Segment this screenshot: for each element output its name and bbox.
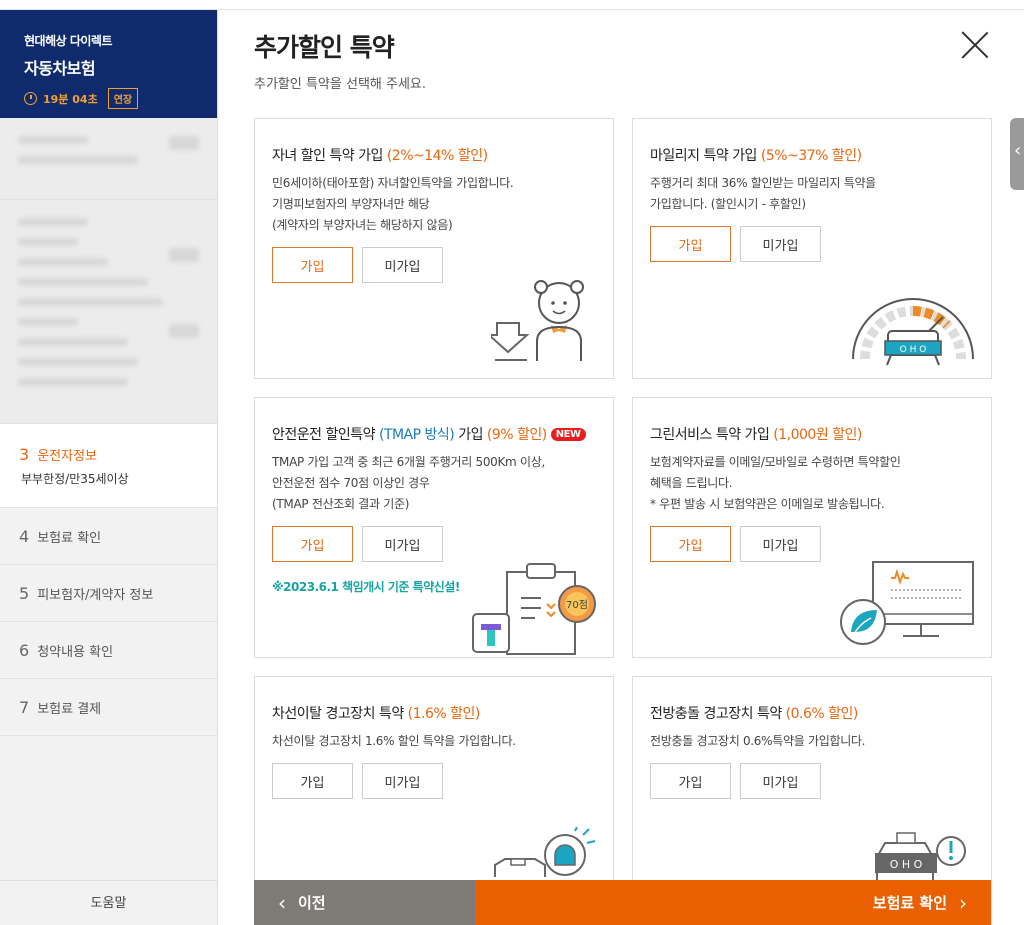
next-label: 보험료 확인 — [872, 894, 947, 912]
decline-button[interactable]: 미가입 — [740, 526, 821, 562]
card-title: 자녀 할인 특약 가입 (2%~14% 할인) — [272, 148, 488, 164]
score-label: 70점 — [566, 599, 588, 611]
prev-button[interactable]: ‹ 이전 — [254, 880, 475, 925]
card-desc: 민6세이하(태아포함) 자녀할인특약을 가입합니다. 기명피보험자의 부양자녀만… — [272, 176, 514, 232]
speedometer-illustration: O H O — [852, 298, 974, 366]
step-label: 보험료 확인 — [37, 530, 102, 546]
clipboard-illustration: 70점 — [472, 563, 596, 655]
decline-button[interactable]: 미가입 — [362, 526, 443, 562]
help-button[interactable]: 도움말 — [0, 880, 217, 925]
step-premium-check[interactable]: 4 보험료 확인 — [0, 508, 217, 565]
card-title: 전방충돌 경고장치 특약 (0.6% 할인) — [650, 706, 858, 722]
sidebar: 현대해상 다이렉트 자동차보험 19분 04초 연장 3 운전자정보 부부한정/… — [0, 10, 218, 925]
step-number: 5 — [19, 583, 30, 603]
card-desc: TMAP 가입 고객 중 최근 6개월 주행거리 500Km 이상, 안전운전 … — [272, 455, 545, 511]
step-number: 3 — [19, 444, 30, 464]
decline-button[interactable]: 미가입 — [362, 763, 443, 799]
lane-warning-illustration — [494, 827, 596, 877]
decline-button[interactable]: 미가입 — [740, 763, 821, 799]
card-desc: 보험계약자료를 이메일/모바일로 수령하면 특약할인 혜택을 드립니다. * 우… — [650, 455, 901, 511]
card-title: 그린서비스 특약 가입 (1,000원 할인) — [650, 427, 862, 443]
step-driver-info[interactable]: 3 운전자정보 부부한정/만35세이상 — [0, 424, 217, 508]
step-number: 6 — [19, 640, 30, 660]
main-panel: 추가할인 특약 추가할인 특약을 선택해 주세요. 자녀 할인 특약 가입 (2… — [218, 10, 1024, 925]
extend-button[interactable]: 연장 — [107, 88, 139, 109]
decline-button[interactable]: 미가입 — [362, 247, 443, 283]
prev-label: 이전 — [298, 894, 326, 912]
step-number: 7 — [19, 697, 30, 717]
card-desc: 주행거리 최대 36% 할인받는 마일리지 특약을 가입합니다. (할인시기 -… — [650, 176, 876, 211]
new-badge: NEW — [550, 428, 586, 441]
join-button[interactable]: 가입 — [272, 247, 353, 283]
join-button[interactable]: 가입 — [650, 526, 731, 562]
card-mileage: 마일리지 특약 가입 (5%~37% 할인) 주행거리 최대 36% 할인받는 … — [632, 118, 992, 379]
card-title: 차선이탈 경고장치 특약 (1.6% 할인) — [272, 706, 480, 722]
join-button[interactable]: 가입 — [272, 526, 353, 562]
child-illustration — [491, 280, 584, 361]
completed-step-2[interactable] — [0, 200, 217, 424]
completed-step-1[interactable] — [0, 118, 217, 200]
company-name: 현대해상 다이렉트 — [24, 34, 113, 48]
svg-text:O H O: O H O — [890, 858, 923, 871]
side-tab-toggle[interactable] — [1010, 118, 1024, 190]
session-timer: 19분 04초 연장 — [24, 88, 217, 109]
top-border — [0, 0, 1024, 10]
step-number: 4 — [19, 526, 30, 546]
join-button[interactable]: 가입 — [650, 226, 731, 262]
next-button[interactable]: 보험료 확인 › — [475, 880, 991, 925]
step-label: 청약내용 확인 — [37, 644, 114, 660]
brand-header: 현대해상 다이렉트 자동차보험 19분 04초 연장 — [0, 10, 217, 118]
monitor-illustration — [840, 561, 974, 645]
decline-button[interactable]: 미가입 — [740, 226, 821, 262]
join-button[interactable]: 가입 — [650, 763, 731, 799]
step-sub: 부부한정/만35세이상 — [21, 471, 129, 486]
clock-icon — [24, 92, 37, 105]
page-title: 추가할인 특약 — [254, 33, 395, 62]
step-insured-info[interactable]: 5 피보험자/계약자 정보 — [0, 565, 217, 622]
close-icon[interactable] — [960, 30, 990, 60]
page-subtitle: 추가할인 특약을 선택해 주세요. — [254, 77, 427, 92]
card-title: 마일리지 특약 가입 (5%~37% 할인) — [650, 148, 862, 164]
card-safe-driving: 안전운전 할인특약 (TMAP 방식) 가입 (9% 할인) NEW TMAP 가… — [254, 397, 614, 658]
step-payment[interactable]: 7 보험료 결제 — [0, 679, 217, 736]
product-name: 자동차보험 — [24, 59, 96, 78]
chevron-left-icon: ‹ — [278, 890, 286, 915]
card-title: 안전운전 할인특약 (TMAP 방식) 가입 (9% 할인) NEW — [272, 424, 586, 444]
step-label: 보험료 결제 — [37, 701, 102, 717]
timer-value: 19분 04초 — [43, 92, 98, 106]
join-button[interactable]: 가입 — [272, 763, 353, 799]
card-desc: 전방충돌 경고장치 0.6%특약을 가입합니다. — [650, 734, 866, 748]
card-note: ※2023.6.1 책임개시 기준 특약신설! — [272, 580, 460, 594]
svg-text:O H O: O H O — [900, 345, 927, 355]
chevron-right-icon: › — [959, 890, 967, 915]
card-child-discount: 자녀 할인 특약 가입 (2%~14% 할인) 민6세이하(태아포함) 자녀할인… — [254, 118, 614, 379]
card-desc: 차선이탈 경고장치 1.6% 할인 특약을 가입합니다. — [272, 734, 516, 748]
step-label: 피보험자/계약자 정보 — [37, 587, 154, 603]
step-application-review[interactable]: 6 청약내용 확인 — [0, 622, 217, 679]
step-label: 운전자정보 — [37, 448, 97, 464]
card-green-service: 그린서비스 특약 가입 (1,000원 할인) 보험계약자료를 이메일/모바일로… — [632, 397, 992, 658]
